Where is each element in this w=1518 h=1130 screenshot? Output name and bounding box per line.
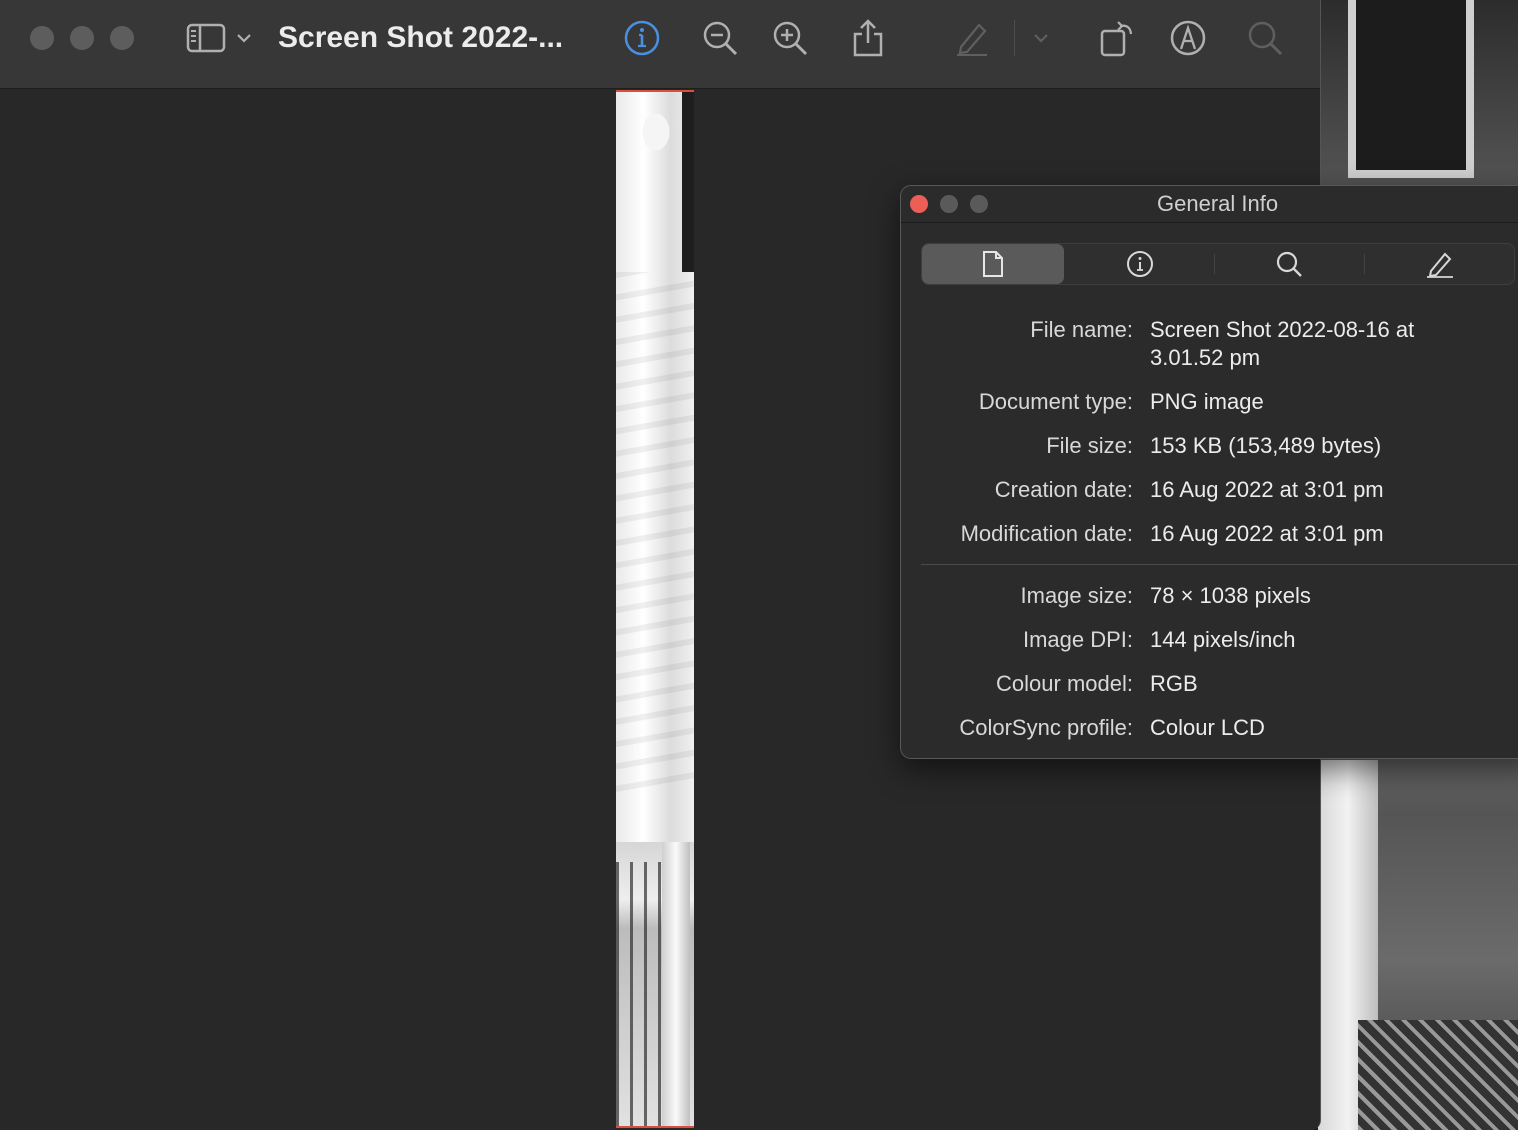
chevron-down-icon	[237, 34, 251, 43]
sidebar-toggle-button[interactable]	[186, 18, 226, 58]
inspector-tabs	[921, 243, 1515, 285]
tab-more-info[interactable]	[1067, 244, 1213, 284]
search-icon	[1248, 21, 1283, 56]
share-icon	[853, 19, 883, 57]
highlight-button[interactable]	[952, 18, 992, 58]
zoom-out-button[interactable]	[700, 18, 740, 58]
rotate-button[interactable]	[1097, 18, 1137, 58]
chevron-down-icon	[1034, 34, 1048, 43]
search-icon	[1276, 251, 1302, 277]
markup-button[interactable]	[1168, 18, 1208, 58]
info-icon	[624, 20, 660, 56]
inspector-close-button[interactable]	[910, 195, 928, 213]
toolbar: Screen Shot 2022-...	[0, 0, 1320, 89]
search-button[interactable]	[1245, 18, 1285, 58]
rotate-icon	[1100, 21, 1133, 57]
sidebar-icon	[186, 23, 226, 53]
highlight-pen-icon	[957, 23, 987, 56]
info-button[interactable]	[622, 18, 662, 58]
wallpaper-window	[1348, 0, 1474, 178]
highlight-menu-button[interactable]	[1026, 18, 1056, 58]
section-divider	[921, 564, 1518, 565]
share-button[interactable]	[848, 18, 888, 58]
close-window-button[interactable]	[30, 26, 54, 50]
tab-general[interactable]	[922, 244, 1064, 284]
inspector-minimize-button[interactable]	[940, 195, 958, 213]
minimize-window-button[interactable]	[70, 26, 94, 50]
document-title: Screen Shot 2022-...	[278, 21, 564, 54]
info-icon	[1127, 251, 1153, 277]
toolbar-separator	[1014, 20, 1015, 56]
inspector-titlebar[interactable]: General Info	[901, 186, 1518, 223]
markup-icon	[1170, 20, 1206, 56]
sidebar-menu-button[interactable]	[230, 18, 258, 58]
pen-icon	[1427, 252, 1453, 278]
zoom-in-button[interactable]	[770, 18, 810, 58]
wallpaper-railing	[1358, 1020, 1518, 1130]
zoom-window-button[interactable]	[110, 26, 134, 50]
zoom-in-icon	[773, 21, 808, 56]
inspector-panel: General Info File name: Screen Shot 2022…	[900, 185, 1518, 759]
inspector-title: General Info	[1157, 191, 1279, 216]
zoom-out-icon	[703, 21, 738, 56]
displayed-image[interactable]	[616, 90, 694, 1128]
tab-annotations[interactable]	[1365, 244, 1515, 284]
tab-keywords[interactable]	[1215, 244, 1363, 284]
inspector-zoom-button[interactable]	[970, 195, 988, 213]
document-icon	[983, 251, 1003, 277]
